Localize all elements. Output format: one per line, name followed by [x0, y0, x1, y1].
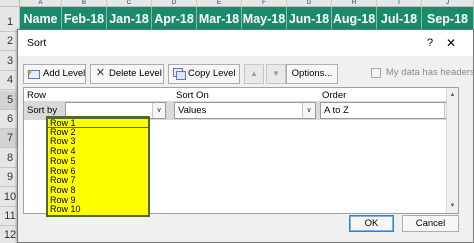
header-cell[interactable]: Apr-18 — [152, 7, 197, 31]
select-all-corner[interactable] — [0, 0, 20, 7]
chevron-down-icon[interactable]: ∨ — [302, 103, 315, 118]
column-letter[interactable]: H — [332, 0, 377, 7]
cancel-button[interactable]: Cancel — [402, 215, 459, 232]
ok-label: OK — [364, 218, 379, 229]
header-cell[interactable]: May-18 — [242, 7, 287, 31]
cancel-label: Cancel — [415, 218, 446, 229]
move-up-button[interactable]: ▲ — [244, 64, 264, 84]
ok-button[interactable]: OK — [349, 215, 394, 232]
column-letter[interactable]: D — [152, 0, 197, 7]
move-down-button[interactable]: ▼ — [266, 64, 286, 84]
add-level-icon — [27, 63, 41, 81]
row-option[interactable]: Row 10 — [48, 205, 148, 215]
copy-level-button[interactable]: Copy Level — [168, 64, 240, 84]
levels-scrollbar[interactable]: ▲ ▼ — [446, 88, 458, 213]
header-cell[interactable]: Jul-18 — [377, 7, 422, 31]
column-header-sort-on: Sort On — [176, 90, 209, 101]
header-cell[interactable]: Name — [20, 7, 62, 31]
row-dropdown-list: Row 1 Row 2 Row 3 Row 4 Row 5 Row 6 Row 7 Row 8… — [46, 116, 150, 217]
column-header-order: Order — [322, 90, 347, 101]
header-row: Name Feb-18 Jan-18 Apr-18 Mar-18 May-18 Jun-18… — [20, 7, 474, 31]
options-label: Options... — [291, 68, 333, 79]
copy-level-label: Copy Level — [188, 68, 236, 79]
order-combobox[interactable]: A to Z ∨ — [320, 102, 458, 119]
my-data-has-headers-label: My data has headers — [386, 67, 474, 78]
add-level-label: Add Level — [43, 68, 86, 79]
column-letter[interactable]: F — [242, 0, 287, 7]
header-cell[interactable]: Sep-18 — [422, 7, 474, 31]
header-cell[interactable]: Jan-18 — [107, 7, 152, 31]
column-header-row: Row — [27, 90, 47, 101]
options-button[interactable]: Options... — [286, 64, 338, 84]
column-letter-bar: ABCDEFGHIJ — [20, 0, 474, 7]
column-letter[interactable]: B — [62, 0, 107, 7]
header-cell[interactable]: Mar-18 — [197, 7, 242, 31]
scroll-up-icon[interactable]: ▲ — [447, 89, 458, 101]
header-cell[interactable]: Aug-18 — [332, 7, 377, 31]
arrow-up-icon: ▲ — [250, 69, 258, 78]
copy-icon — [172, 67, 186, 81]
scroll-down-icon[interactable]: ▼ — [447, 200, 458, 212]
column-letter[interactable]: I — [377, 0, 422, 7]
sort-on-value: Values — [178, 105, 207, 116]
column-letter[interactable]: J — [422, 0, 474, 7]
sort-by-label: Sort by — [27, 105, 58, 116]
help-button[interactable]: ? — [423, 36, 437, 50]
dialog-titlebar: Sort ? ✕ — [18, 30, 473, 56]
delete-level-button[interactable]: ✕ Delete Level — [90, 64, 164, 84]
column-letter[interactable]: A — [20, 0, 62, 7]
dialog-title: Sort — [27, 37, 47, 49]
add-level-button[interactable]: Add Level — [23, 63, 86, 84]
delete-icon: ✕ — [95, 67, 106, 80]
arrow-down-icon: ▼ — [272, 69, 280, 78]
header-cell[interactable]: Feb-18 — [62, 7, 107, 31]
chevron-down-icon[interactable]: ∨ — [152, 103, 165, 118]
my-data-has-headers-checkbox[interactable] — [371, 68, 381, 78]
delete-level-label: Delete Level — [109, 68, 162, 79]
order-value: A to Z — [324, 105, 349, 116]
column-letter[interactable]: E — [197, 0, 242, 7]
close-button[interactable]: ✕ — [444, 36, 458, 50]
header-cell[interactable]: Jun-18 — [287, 7, 332, 31]
sort-on-combobox[interactable]: Values ∨ — [174, 102, 316, 119]
column-letter[interactable]: C — [107, 0, 152, 7]
column-letter[interactable]: G — [287, 0, 332, 7]
